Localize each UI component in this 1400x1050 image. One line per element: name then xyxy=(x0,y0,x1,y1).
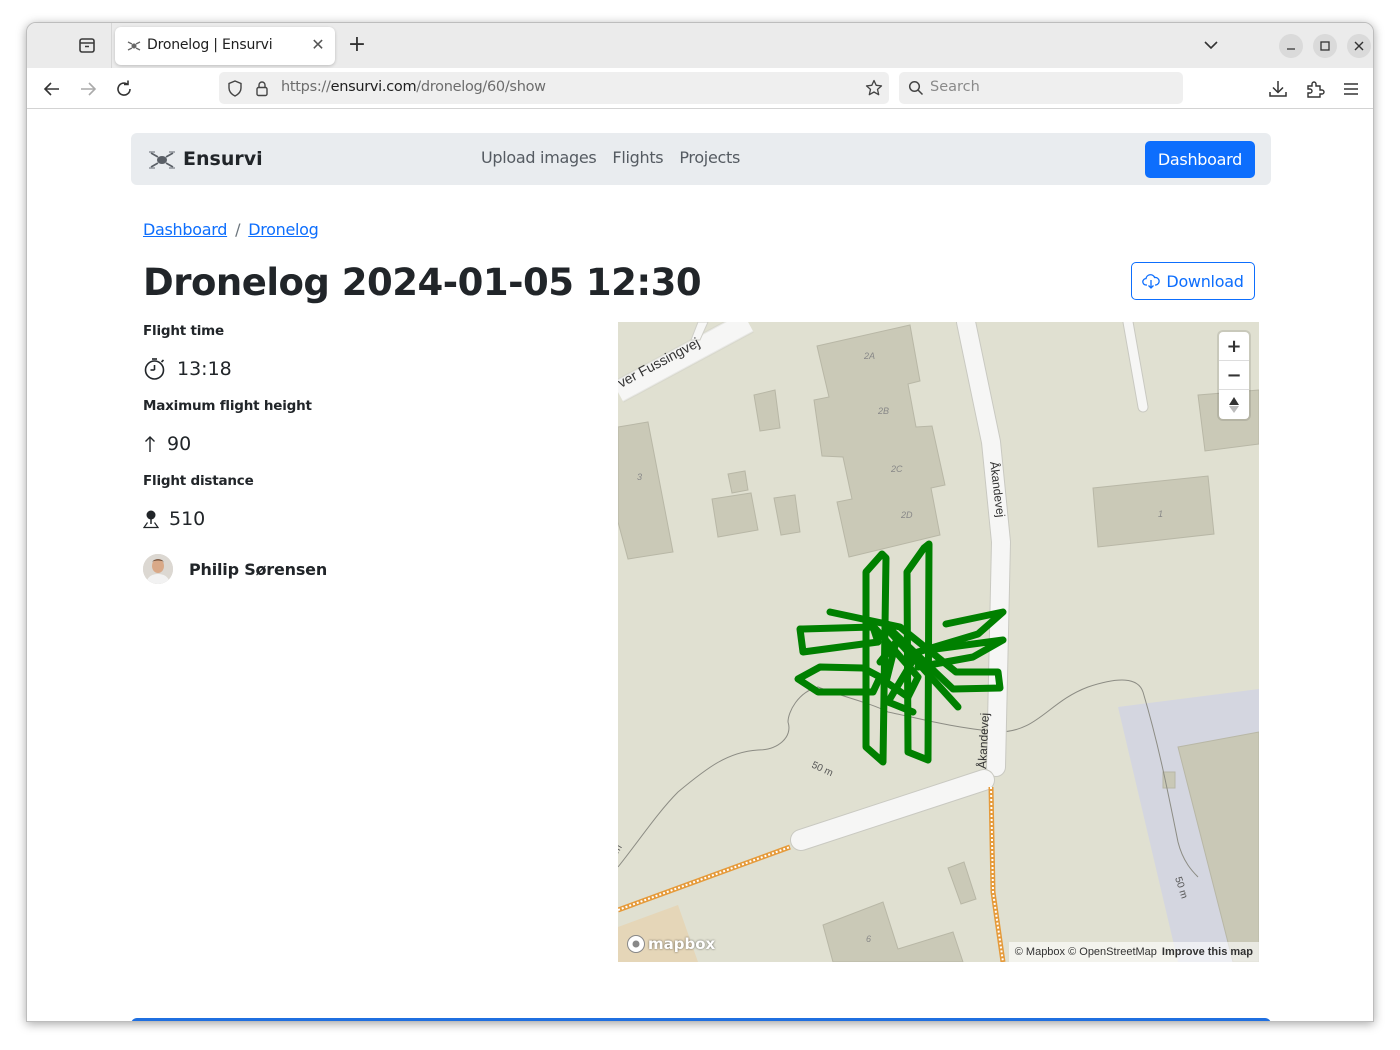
distance-row: 510 xyxy=(143,499,583,539)
close-window-button[interactable] xyxy=(1347,34,1371,58)
nav-link-flights[interactable]: Flights xyxy=(612,148,663,167)
new-tab-button[interactable]: + xyxy=(345,33,369,57)
dashboard-button[interactable]: Dashboard xyxy=(1144,141,1255,178)
mapbox-logo[interactable]: mapbox xyxy=(626,934,715,954)
zoom-in-button[interactable]: + xyxy=(1219,332,1249,361)
mapbox-logo-icon xyxy=(627,935,645,953)
max-height-label: Maximum flight height xyxy=(143,398,312,414)
page-title: Dronelog 2024-01-05 12:30 xyxy=(143,261,702,304)
map-zoom-controls: + − xyxy=(1219,332,1249,419)
compass-icon xyxy=(1229,396,1239,413)
improve-map-link[interactable]: Improve this map xyxy=(1162,942,1253,962)
map-street-label: Åkandevej xyxy=(974,712,992,769)
page-content: Ensurvi Upload images Flights Projects D… xyxy=(27,109,1373,1021)
maximize-button[interactable] xyxy=(1313,34,1337,58)
download-label: Download xyxy=(1166,271,1244,291)
url-bar[interactable]: https://ensurvi.com/dronelog/60/show xyxy=(219,72,889,104)
map-building xyxy=(1092,475,1215,548)
flight-time-value: 13:18 xyxy=(177,358,232,380)
extensions-puzzle-icon[interactable] xyxy=(1304,78,1326,100)
nav-link-upload-images[interactable]: Upload images xyxy=(481,148,597,167)
download-button[interactable]: Download xyxy=(1131,262,1255,300)
reload-icon[interactable] xyxy=(113,78,135,100)
attribution-text[interactable]: © Mapbox © OpenStreetMap xyxy=(1015,942,1157,962)
tab-separator xyxy=(111,23,112,68)
map-building-label: 3 xyxy=(637,472,642,482)
site-navbar: Ensurvi Upload images Flights Projects D… xyxy=(131,133,1271,185)
tab-overview-icon[interactable] xyxy=(77,35,97,55)
stopwatch-icon xyxy=(143,357,167,381)
minimize-button[interactable] xyxy=(1279,34,1303,58)
search-icon xyxy=(908,80,924,96)
tab-close-icon[interactable]: ✕ xyxy=(309,36,327,54)
brand-name: Ensurvi xyxy=(183,148,263,170)
map-building-label: 2D xyxy=(900,510,913,520)
menu-hamburger-icon[interactable] xyxy=(1340,78,1362,100)
breadcrumb-dronelog[interactable]: Dronelog xyxy=(248,220,319,239)
breadcrumb-dashboard[interactable]: Dashboard xyxy=(143,220,227,239)
shield-icon[interactable] xyxy=(227,80,243,97)
breadcrumb: Dashboard / Dronelog xyxy=(143,220,319,239)
pilot: Philip Sørensen xyxy=(143,554,327,584)
drone-favicon-icon xyxy=(127,41,141,51)
map-building xyxy=(727,470,749,494)
pilot-name: Philip Sørensen xyxy=(189,559,328,579)
map-attribution: © Mapbox © OpenStreetMap Improve this ma… xyxy=(1008,942,1259,962)
brand[interactable]: Ensurvi xyxy=(149,146,263,172)
flight-map[interactable]: ver Fussingvej Åkandevej Åkandevej 2A 2B… xyxy=(618,322,1259,962)
avatar xyxy=(143,554,173,584)
map-canvas[interactable]: ver Fussingvej Åkandevej Åkandevej 2A 2B… xyxy=(618,322,1259,962)
desktop: Dronelog | Ensurvi ✕ + https://ensurvi.c… xyxy=(0,0,1400,1050)
person-pin-icon xyxy=(143,507,159,531)
tab-list-chevron-icon[interactable] xyxy=(1201,35,1221,55)
max-height-row: 90 xyxy=(143,424,583,464)
flight-stats: Flight time 13:18 Maximum flight height … xyxy=(143,323,583,548)
flight-time-label: Flight time xyxy=(143,323,225,339)
tab-title: Dronelog | Ensurvi xyxy=(147,37,273,53)
footer-bar xyxy=(131,1018,1271,1021)
cloud-download-icon xyxy=(1142,274,1161,289)
back-arrow-icon[interactable] xyxy=(41,78,63,100)
map-building-label: 2A xyxy=(863,351,875,361)
navigation-bar: https://ensurvi.com/dronelog/60/show Sea… xyxy=(27,68,1373,109)
url-text[interactable]: https://ensurvi.com/dronelog/60/show xyxy=(281,79,546,95)
nav-link-projects[interactable]: Projects xyxy=(679,148,740,167)
search-bar[interactable]: Search xyxy=(899,72,1183,104)
distance-label: Flight distance xyxy=(143,473,254,489)
downloads-icon[interactable] xyxy=(1267,78,1289,100)
map-building-label: 1 xyxy=(1158,509,1163,519)
map-building-label: 6 xyxy=(866,934,871,944)
max-height-value: 90 xyxy=(167,433,192,455)
flight-time-row: 13:18 xyxy=(143,349,583,389)
search-placeholder: Search xyxy=(930,79,980,95)
map-building-label: 2C xyxy=(890,464,903,474)
drone-logo-icon xyxy=(149,151,175,169)
tab-strip: Dronelog | Ensurvi ✕ + xyxy=(27,23,1373,68)
compass-button[interactable] xyxy=(1219,390,1249,419)
arrow-up-icon xyxy=(143,432,157,456)
forward-arrow-icon[interactable] xyxy=(77,78,99,100)
map-building xyxy=(711,492,759,538)
lock-icon[interactable] xyxy=(255,80,269,97)
distance-value: 510 xyxy=(169,508,206,530)
map-building-label: 2B xyxy=(877,406,889,416)
browser-window: Dronelog | Ensurvi ✕ + https://ensurvi.c… xyxy=(26,22,1374,1022)
site-nav-links: Upload images Flights Projects xyxy=(481,148,740,167)
bookmark-star-icon[interactable] xyxy=(865,79,883,97)
browser-tab[interactable]: Dronelog | Ensurvi ✕ xyxy=(115,27,335,65)
zoom-out-button[interactable]: − xyxy=(1219,361,1249,390)
breadcrumb-separator: / xyxy=(235,220,241,239)
